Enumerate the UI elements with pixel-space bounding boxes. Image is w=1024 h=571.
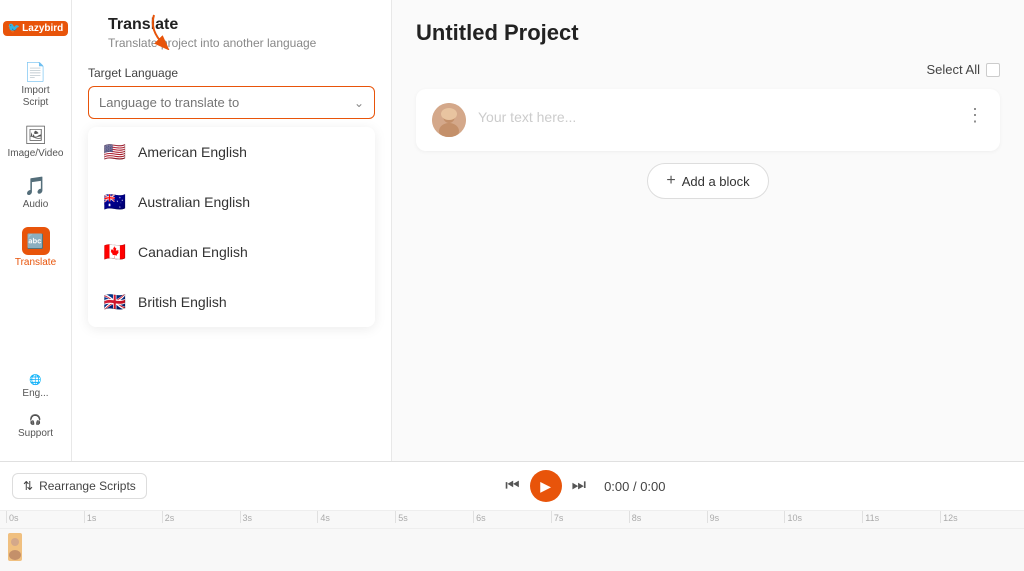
skip-back-button[interactable]: ⏮ (503, 475, 521, 497)
sidebar-item-image-video[interactable]: 🖼 Image/Video (6, 119, 66, 166)
main-content: Untitled Project Select All Your text he… (392, 0, 1024, 461)
american-flag-icon: 🇺🇸 (102, 139, 128, 165)
language-option-label: Australian English (138, 194, 250, 210)
language-search-input[interactable] (99, 95, 364, 110)
app-logo: 🐦 Lazybird (0, 8, 72, 48)
language-globe-icon: 🌐 (29, 375, 41, 386)
sidebar-item-label: Import Script (10, 85, 62, 109)
plus-icon: + (666, 172, 675, 190)
add-block-button[interactable]: + Add a block (647, 163, 768, 199)
chevron-down-icon: ⌄ (354, 96, 364, 110)
import-script-icon: 📄 (24, 62, 46, 83)
time-display: 0:00 / 0:00 (604, 479, 665, 494)
more-options-button[interactable]: ⋮ (966, 103, 984, 126)
transport-controls: ⏮ ▶ ⏭ 0:00 / 0:00 (503, 470, 665, 502)
language-option-label: American English (138, 144, 247, 160)
timeline-clips (0, 529, 1024, 565)
support-icon: 🎧 (29, 415, 41, 426)
avatar-image (432, 103, 466, 137)
text-block: Your text here... ⋮ (416, 89, 1000, 151)
logo-bird-icon: 🐦 (8, 23, 20, 34)
ruler-tick-2s: 2s (162, 511, 240, 523)
play-button[interactable]: ▶ (530, 470, 562, 502)
ruler-tick-8s: 8s (629, 511, 707, 523)
timeline-clip[interactable] (8, 533, 22, 561)
british-flag-icon: 🇬🇧 (102, 289, 128, 315)
logo-text: Lazybird (22, 23, 63, 34)
clip-avatar (8, 533, 22, 561)
select-all-checkbox[interactable] (986, 63, 1000, 77)
language-option-label: British English (138, 294, 227, 310)
logo-badge: 🐦 Lazybird (3, 21, 69, 36)
page-title: Untitled Project (416, 20, 1000, 46)
sidebar-item-translate[interactable]: 🔤 Translate (6, 221, 66, 275)
ruler-tick-12s: 12s (940, 511, 1018, 523)
ruler-tick-10s: 10s (784, 511, 862, 523)
language-option-label: Canadian English (138, 244, 248, 260)
ruler-tick-5s: 5s (395, 511, 473, 523)
ruler-tick-6s: 6s (473, 511, 551, 523)
sidebar-item-label: Image/Video (8, 148, 64, 160)
timeline-ruler: 0s 1s 2s 3s 4s 5s 6s 7s 8s 9s 10s 11s 12… (0, 511, 1024, 529)
select-all-row: Select All (416, 62, 1000, 77)
language-option-american-english[interactable]: 🇺🇸 American English (88, 127, 375, 177)
ruler-tick-0s: 0s (6, 511, 84, 523)
language-dropdown: 🇺🇸 American English 🇦🇺 Australian Englis… (88, 127, 375, 327)
canadian-flag-icon: 🇨🇦 (102, 239, 128, 265)
arrow-indicator (144, 10, 204, 50)
ruler-tick-1s: 1s (84, 511, 162, 523)
language-search-box[interactable]: ⌄ (88, 86, 375, 119)
timeline-controls: ⇅ Rearrange Scripts ⏮ ▶ ⏭ 0:00 / 0:00 (0, 462, 1024, 511)
audio-icon: 🎵 (24, 176, 46, 197)
australian-flag-icon: 🇦🇺 (102, 189, 128, 215)
translate-icon: 🔤 (22, 227, 50, 255)
language-option-australian-english[interactable]: 🇦🇺 Australian English (88, 177, 375, 227)
ruler-tick-11s: 11s (862, 511, 940, 523)
sidebar-item-import-script[interactable]: 📄 Import Script (6, 56, 66, 115)
text-block-placeholder: Your text here... (478, 103, 954, 125)
target-language-label: Target Language (88, 66, 375, 80)
image-video-icon: 🖼 (24, 125, 47, 146)
language-option-canadian-english[interactable]: 🇨🇦 Canadian English (88, 227, 375, 277)
select-all-label: Select All (927, 62, 980, 77)
sidebar-item-language[interactable]: 🌐 Eng... (6, 369, 66, 405)
add-block-label: Add a block (682, 174, 750, 189)
sidebar-item-label: Translate (15, 257, 56, 269)
rearrange-label: Rearrange Scripts (39, 479, 136, 493)
sidebar-bottom: 🌐 Eng... 🎧 Support (6, 369, 66, 453)
ruler-tick-9s: 9s (707, 511, 785, 523)
translate-panel: Translate Translate project into another… (72, 0, 392, 461)
sidebar-item-label: Audio (23, 199, 49, 211)
ruler-tick-4s: 4s (317, 511, 395, 523)
sidebar-item-audio[interactable]: 🎵 Audio (6, 170, 66, 217)
skip-forward-button[interactable]: ⏭ (570, 475, 588, 497)
timeline-track: 0s 1s 2s 3s 4s 5s 6s 7s 8s 9s 10s 11s 12… (0, 511, 1024, 571)
sidebar: 🐦 Lazybird 📄 Import Script 🖼 Image/Video… (0, 0, 72, 461)
language-option-british-english[interactable]: 🇬🇧 British English (88, 277, 375, 327)
ruler-tick-7s: 7s (551, 511, 629, 523)
sidebar-item-support[interactable]: 🎧 Support (6, 409, 66, 445)
ruler-tick-3s: 3s (240, 511, 318, 523)
rearrange-scripts-button[interactable]: ⇅ Rearrange Scripts (12, 473, 147, 499)
rearrange-icon: ⇅ (23, 479, 33, 493)
timeline-area: ⇅ Rearrange Scripts ⏮ ▶ ⏭ 0:00 / 0:00 0s… (0, 461, 1024, 571)
avatar (432, 103, 466, 137)
